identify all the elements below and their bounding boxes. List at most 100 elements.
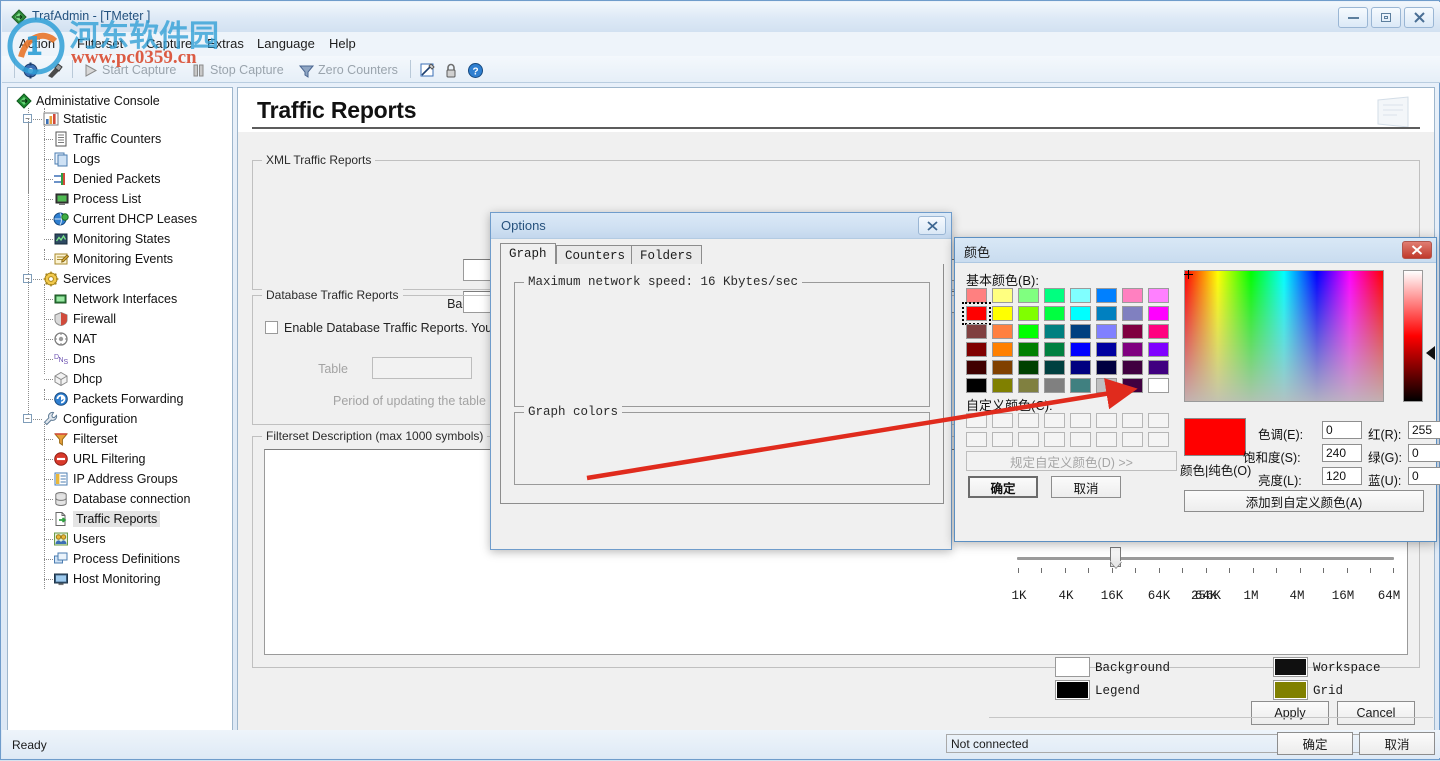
color-spectrum[interactable]: [1184, 270, 1384, 402]
basic-color-swatch[interactable]: [1096, 324, 1117, 339]
custom-color-slot[interactable]: [1148, 413, 1169, 428]
basic-color-swatch[interactable]: [1122, 378, 1143, 393]
basic-color-swatch[interactable]: [1044, 288, 1065, 303]
basic-color-swatch[interactable]: [1122, 288, 1143, 303]
menu-filterset[interactable]: Filterset: [74, 36, 126, 51]
help-button[interactable]: ?: [467, 60, 484, 80]
stop-capture-button[interactable]: Stop Capture: [190, 60, 284, 80]
basic-colors-grid[interactable]: [966, 288, 1174, 396]
basic-color-swatch[interactable]: [1096, 378, 1117, 393]
basic-color-swatch[interactable]: [1018, 342, 1039, 357]
options-ok-button[interactable]: 确定: [1277, 732, 1353, 755]
sidebar-item-host-monitoring[interactable]: Host Monitoring: [53, 569, 161, 589]
basic-color-swatch[interactable]: [1148, 288, 1169, 303]
basic-color-swatch[interactable]: [1070, 378, 1091, 393]
add-to-custom-colors-button[interactable]: 添加到自定义颜色(A): [1184, 490, 1424, 512]
basic-color-swatch[interactable]: [966, 342, 987, 357]
sidebar-item-dhcp[interactable]: Dhcp: [53, 369, 102, 389]
options-dialog-close-button[interactable]: [918, 216, 946, 235]
custom-color-slot[interactable]: [1044, 432, 1065, 447]
basic-color-swatch[interactable]: [992, 360, 1013, 375]
custom-color-slot[interactable]: [1096, 432, 1117, 447]
basic-color-swatch[interactable]: [1148, 324, 1169, 339]
start-capture-button[interactable]: Start Capture: [82, 60, 176, 80]
tab-folders[interactable]: Folders: [631, 245, 702, 266]
basic-color-swatch[interactable]: [992, 306, 1013, 321]
sidebar-item-network-interfaces[interactable]: Network Interfaces: [53, 289, 177, 309]
grid-color-swatch[interactable]: [1273, 680, 1308, 700]
basic-color-swatch[interactable]: [992, 324, 1013, 339]
basic-color-swatch[interactable]: [1070, 306, 1091, 321]
background-color-swatch[interactable]: [1055, 657, 1090, 677]
toolbar-filter-button[interactable]: [46, 60, 63, 80]
basic-color-swatch[interactable]: [1070, 360, 1091, 375]
basic-color-swatch[interactable]: [1148, 342, 1169, 357]
custom-color-slot[interactable]: [1096, 413, 1117, 428]
cancel-button[interactable]: Cancel: [1337, 701, 1415, 725]
basic-color-swatch[interactable]: [1122, 360, 1143, 375]
minimize-button[interactable]: [1338, 7, 1368, 28]
custom-color-slot[interactable]: [1070, 432, 1091, 447]
menu-capture[interactable]: Capture: [143, 36, 195, 51]
menu-help[interactable]: Help: [326, 36, 359, 51]
sidebar-item-url-filtering[interactable]: URL Filtering: [53, 449, 145, 469]
maximize-button[interactable]: [1371, 7, 1401, 28]
sidebar-item-traffic-counters[interactable]: Traffic Counters: [53, 129, 161, 149]
basic-color-swatch[interactable]: [1096, 288, 1117, 303]
sidebar-item-users[interactable]: Users: [53, 529, 106, 549]
tree-root-administative-console[interactable]: Administative Console: [16, 91, 160, 111]
sidebar-item-current-dhcp-leases[interactable]: Current DHCP Leases: [53, 209, 197, 229]
custom-color-slot[interactable]: [966, 413, 987, 428]
expander-configuration[interactable]: −: [23, 414, 32, 423]
basic-color-swatch[interactable]: [966, 306, 987, 321]
custom-color-slot[interactable]: [992, 432, 1013, 447]
tab-counters[interactable]: Counters: [556, 245, 634, 266]
hue-input[interactable]: 0: [1322, 421, 1362, 439]
custom-color-slot[interactable]: [1044, 413, 1065, 428]
toolbar-settings-button[interactable]: [22, 60, 39, 80]
sidebar-item-packets-forwarding[interactable]: Packets Forwarding: [53, 389, 183, 409]
basic-color-swatch[interactable]: [1070, 342, 1091, 357]
basic-color-swatch[interactable]: [1018, 306, 1039, 321]
red-input[interactable]: 255: [1408, 421, 1440, 439]
luminance-bar[interactable]: [1403, 270, 1423, 402]
custom-colors-grid[interactable]: [966, 413, 1174, 451]
color-cancel-button[interactable]: 取消: [1051, 476, 1121, 498]
basic-color-swatch[interactable]: [966, 360, 987, 375]
sidebar-item-monitoring-events[interactable]: Monitoring Events: [53, 249, 173, 269]
tree-group-configuration[interactable]: Configuration: [43, 409, 137, 429]
saturation-input[interactable]: 240: [1322, 444, 1362, 462]
tree-group-statistic[interactable]: Statistic: [43, 109, 107, 129]
sidebar-item-firewall[interactable]: Firewall: [53, 309, 116, 329]
custom-color-slot[interactable]: [1122, 432, 1143, 447]
basic-color-swatch[interactable]: [1122, 306, 1143, 321]
sidebar-item-traffic-reports[interactable]: Traffic Reports: [53, 509, 160, 529]
basic-color-swatch[interactable]: [1096, 306, 1117, 321]
basic-color-swatch[interactable]: [1122, 324, 1143, 339]
basic-color-swatch[interactable]: [1148, 306, 1169, 321]
sidebar-item-monitoring-states[interactable]: Monitoring States: [53, 229, 170, 249]
green-input[interactable]: 0: [1408, 444, 1440, 462]
basic-color-swatch[interactable]: [1018, 360, 1039, 375]
basic-color-swatch[interactable]: [1044, 360, 1065, 375]
basic-color-swatch[interactable]: [1070, 324, 1091, 339]
basic-color-swatch[interactable]: [992, 288, 1013, 303]
basic-color-swatch[interactable]: [966, 378, 987, 393]
tree-group-services[interactable]: Services: [43, 269, 111, 289]
tab-graph[interactable]: Graph: [500, 243, 556, 264]
luminance-input[interactable]: 120: [1322, 467, 1362, 485]
sidebar-item-process-definitions[interactable]: Process Definitions: [53, 549, 180, 569]
spectrum-cursor[interactable]: [1184, 270, 1193, 279]
custom-color-slot[interactable]: [1018, 413, 1039, 428]
sidebar-item-logs[interactable]: Logs: [53, 149, 100, 169]
menu-action[interactable]: Action: [16, 36, 58, 51]
custom-color-slot[interactable]: [992, 413, 1013, 428]
basic-color-swatch[interactable]: [1044, 306, 1065, 321]
basic-color-swatch[interactable]: [1148, 378, 1169, 393]
edit-ruler-button[interactable]: [419, 60, 436, 80]
close-button[interactable]: [1404, 7, 1434, 28]
color-dialog-close-button[interactable]: [1402, 241, 1432, 259]
enable-db-reports-checkbox[interactable]: [265, 321, 278, 334]
blue-input[interactable]: 0: [1408, 467, 1440, 485]
basic-color-swatch[interactable]: [1044, 378, 1065, 393]
